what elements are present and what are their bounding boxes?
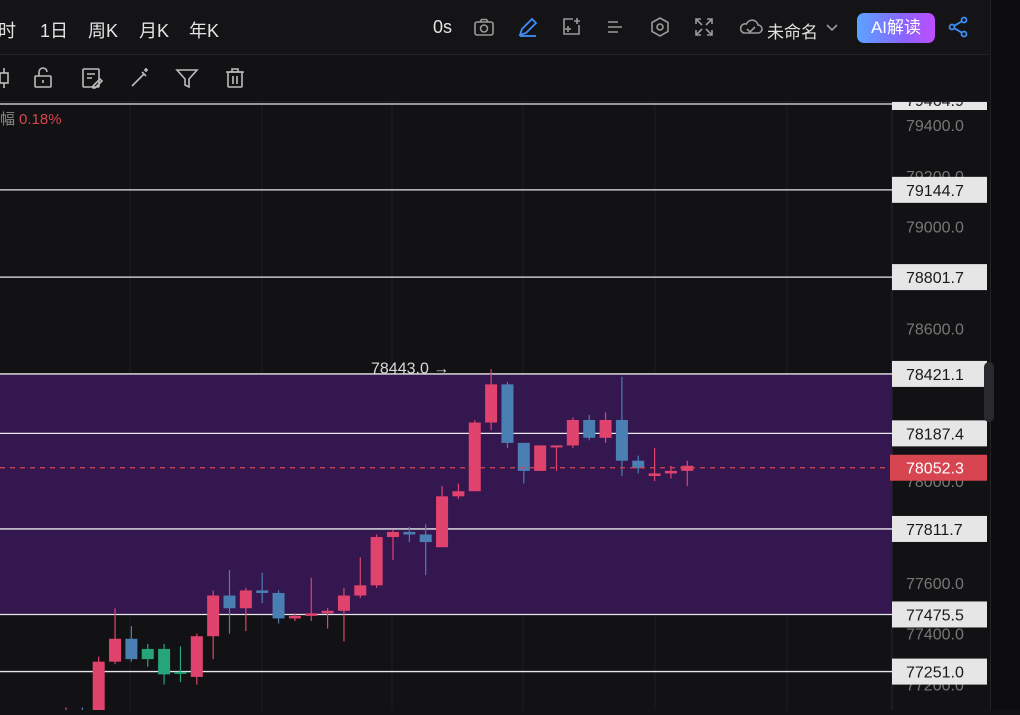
candle-body — [288, 615, 301, 619]
timeframe-week[interactable]: 周K — [88, 17, 118, 43]
candle-body — [354, 585, 367, 596]
candle-body — [566, 419, 579, 446]
candle-body — [403, 531, 416, 535]
candle-body — [583, 419, 596, 438]
change-value: 0.18% — [19, 111, 62, 128]
candle-body — [256, 590, 269, 593]
y-tick-label: 79400.0 — [906, 118, 964, 135]
candle-body — [452, 491, 465, 497]
y-tick-label: 77600.0 — [906, 576, 964, 593]
list-icon[interactable] — [603, 15, 627, 39]
candle-body — [272, 592, 285, 619]
price-line-label: 78187.4 — [906, 426, 964, 443]
lock-icon[interactable] — [30, 65, 56, 91]
price-line-label: 77811.7 — [906, 522, 963, 539]
candle-body — [599, 419, 612, 438]
price-line-label: 79144.7 — [906, 183, 964, 200]
candle-body — [141, 648, 154, 660]
price-band — [0, 373, 892, 615]
change-readout: 幅 0.18% — [0, 108, 62, 129]
candle-body — [550, 445, 563, 448]
chevron-down-icon[interactable] — [824, 19, 840, 35]
share-icon[interactable] — [946, 15, 970, 39]
high-marker-label: 78443.0 → — [371, 360, 449, 377]
candle-body — [109, 638, 122, 662]
candle-icon[interactable] — [0, 65, 18, 91]
timeframe-1d[interactable]: 1日 — [40, 17, 68, 43]
current-price-label: 78052.3 — [906, 461, 964, 478]
filter-icon[interactable] — [174, 65, 200, 91]
candle-body — [174, 671, 187, 674]
price-line-label: 77475.5 — [906, 607, 964, 624]
candle-body — [615, 419, 628, 461]
y-tick-label: 77400.0 — [906, 627, 964, 644]
fullscreen-icon[interactable] — [692, 15, 716, 39]
top-toolbar: 时 1日 周K 月K 年K 0s 未命名 AI解读 — [0, 0, 990, 55]
candle-body — [239, 590, 252, 609]
drawing-toolbar — [0, 55, 990, 102]
candle-body — [534, 445, 547, 471]
trash-icon[interactable] — [222, 65, 248, 91]
candle-body — [125, 638, 138, 660]
magic-icon[interactable] — [127, 65, 153, 91]
candle-body — [190, 636, 203, 677]
countdown-label: 0s — [433, 17, 453, 37]
candle-body — [223, 595, 236, 609]
timeframe-hour[interactable]: 时 — [0, 17, 16, 43]
candlestick-chart[interactable]: 79400.079200.079000.078600.077600.077400… — [0, 90, 990, 715]
right-side-panel — [990, 0, 1020, 710]
timeframe-year[interactable]: 年K — [189, 17, 219, 43]
y-tick-label: 78600.0 — [906, 321, 964, 338]
candle-body — [207, 595, 220, 637]
timeframe-month[interactable]: 月K — [139, 17, 169, 43]
ai-analysis-button[interactable]: AI解读 — [857, 13, 935, 43]
candle-body — [648, 473, 661, 476]
layout-name[interactable]: 未命名 — [767, 18, 818, 43]
candle-body — [305, 613, 318, 616]
candle-body — [517, 442, 530, 471]
y-tick-label: 79000.0 — [906, 220, 964, 237]
edit-note-icon[interactable] — [79, 65, 105, 91]
candle-body — [468, 422, 481, 492]
add-window-icon[interactable] — [559, 15, 583, 39]
panel-resize-handle[interactable] — [984, 362, 994, 422]
price-line-label: 78801.7 — [906, 270, 964, 287]
change-label: 幅 — [0, 111, 16, 128]
settings-hex-icon[interactable] — [648, 15, 672, 39]
candle-body — [321, 610, 334, 614]
candle-body — [436, 496, 449, 548]
candle-body — [419, 534, 432, 543]
candle-body — [664, 470, 677, 474]
pencil-icon[interactable] — [516, 15, 540, 39]
price-line-label: 77251.0 — [906, 665, 964, 682]
price-chart[interactable]: 79400.079200.079000.078600.077600.077400… — [0, 90, 990, 715]
price-line-label: 78421.1 — [906, 367, 964, 384]
candle-body — [337, 595, 350, 611]
candle-body — [370, 537, 383, 586]
candle-body — [387, 531, 399, 538]
cloud-icon[interactable] — [737, 15, 765, 39]
candle-body — [158, 648, 171, 675]
top-price-label: 79464.9 — [906, 102, 964, 110]
camera-icon[interactable] — [472, 15, 496, 39]
candle-body — [92, 661, 105, 710]
candle-body — [485, 384, 498, 423]
candle-body — [501, 384, 514, 443]
